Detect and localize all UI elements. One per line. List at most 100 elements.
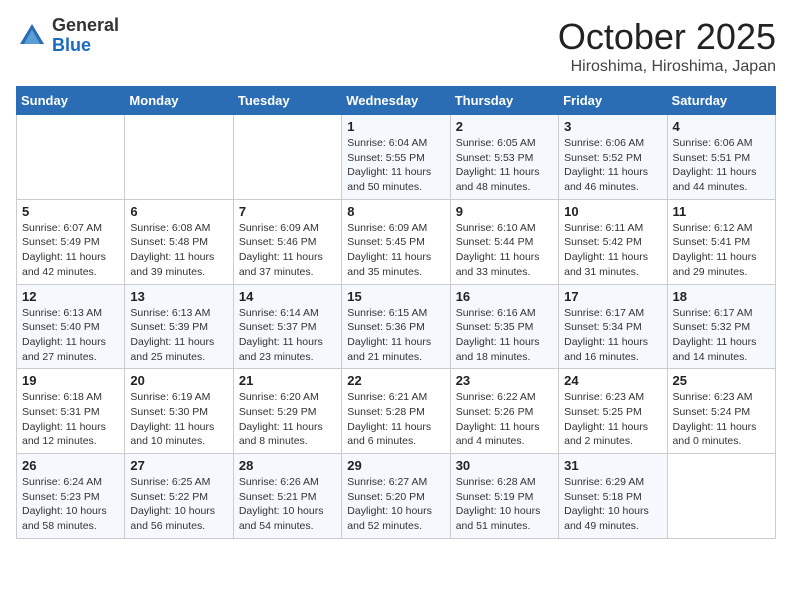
sunrise-text: Sunrise: 6:26 AM [239,476,319,488]
cell-text: Sunrise: 6:06 AMSunset: 5:52 PMDaylight:… [564,136,661,195]
daylight-minutes: and 35 minutes. [347,266,422,278]
daylight-minutes: and 2 minutes. [564,435,633,447]
daylight-label: Daylight: 11 hours [673,336,757,348]
weekday-header-sunday: Sunday [17,87,125,115]
location-title: Hiroshima, Hiroshima, Japan [558,58,776,76]
daylight-minutes: and 52 minutes. [347,520,422,532]
calendar-cell: 22Sunrise: 6:21 AMSunset: 5:28 PMDayligh… [342,369,450,454]
sunset-text: Sunset: 5:31 PM [22,406,100,418]
daylight-minutes: and 46 minutes. [564,181,639,193]
sunrise-text: Sunrise: 6:22 AM [456,391,536,403]
daylight-label: Daylight: 11 hours [347,336,431,348]
cell-text: Sunrise: 6:26 AMSunset: 5:21 PMDaylight:… [239,475,336,534]
sunrise-text: Sunrise: 6:17 AM [673,307,753,319]
day-number: 19 [22,373,119,388]
sunset-text: Sunset: 5:41 PM [673,236,751,248]
daylight-minutes: and 18 minutes. [456,351,531,363]
sunrise-text: Sunrise: 6:06 AM [564,137,644,149]
sunrise-text: Sunrise: 6:09 AM [347,222,427,234]
cell-text: Sunrise: 6:17 AM Sunset: 5:32 PM Daylight:… [673,306,770,365]
day-number: 1 [347,119,444,134]
daylight-label: Daylight: 11 hours [564,421,648,433]
sunset-text: Sunset: 5:42 PM [564,236,642,248]
calendar-cell: 1Sunrise: 6:04 AMSunset: 5:55 PMDaylight… [342,115,450,200]
daylight-label: Daylight: 11 hours [456,336,540,348]
sunset-text: Sunset: 5:22 PM [130,491,208,503]
day-number: 8 [347,204,444,219]
month-title: October 2025 [558,16,776,58]
sunset-text: Sunset: 5:20 PM [347,491,425,503]
sunrise-text: Sunrise: 6:25 AM [130,476,210,488]
logo-general-text: General [52,15,119,35]
daylight-label: Daylight: 10 hours [456,505,541,517]
week-row-3: 12Sunrise: 6:13 AMSunset: 5:40 PMDayligh… [17,284,776,369]
sunrise-text: Sunrise: 6:21 AM [347,391,427,403]
sunrise-text: Sunrise: 6:06 AM [673,137,753,149]
daylight-minutes: and 4 minutes. [456,435,525,447]
daylight-label: Daylight: 11 hours [130,251,214,263]
daylight-minutes: and 51 minutes. [456,520,531,532]
cell-text: Sunrise: 6:19 AMSunset: 5:30 PMDaylight:… [130,390,227,449]
cell-text: Sunrise: 6:16 AMSunset: 5:35 PMDaylight:… [456,306,553,365]
daylight-minutes: and 16 minutes. [564,351,639,363]
cell-text: Sunrise: 6:28 AMSunset: 5:19 PMDaylight:… [456,475,553,534]
calendar-cell: 4Sunrise: 6:06 AMSunset: 5:51 PMDaylight… [667,115,775,200]
sunset-text: Sunset: 5:18 PM [564,491,642,503]
sunset-text: Sunset: 5:39 PM [130,321,208,333]
calendar-cell: 2Sunrise: 6:05 AMSunset: 5:53 PMDaylight… [450,115,558,200]
calendar-cell: 8 Sunrise: 6:09 AMSunset: 5:45 PMDaylight… [342,199,450,284]
daylight-minutes: and 42 minutes. [22,266,97,278]
cell-text: Sunrise: 6:13 AMSunset: 5:40 PMDaylight:… [22,306,119,365]
day-number: 28 [239,458,336,473]
logo-icon [16,20,48,52]
cell-text: Sunrise: 6:10 AMSunset: 5:44 PMDaylight:… [456,221,553,280]
daylight-label: Daylight: 11 hours [239,421,323,433]
calendar-cell: 17Sunrise: 6:17 AMSunset: 5:34 PMDayligh… [559,284,667,369]
sunrise-text: Sunrise: 6:08 AM [130,222,210,234]
cell-text: Sunrise: 6:12 AMSunset: 5:41 PMDaylight:… [673,221,770,280]
calendar-cell: 30Sunrise: 6:28 AMSunset: 5:19 PMDayligh… [450,454,558,539]
cell-text: Sunrise: 6:17 AMSunset: 5:34 PMDaylight:… [564,306,661,365]
calendar-cell [667,454,775,539]
calendar-cell [125,115,233,200]
calendar-cell: 12Sunrise: 6:13 AMSunset: 5:40 PMDayligh… [17,284,125,369]
day-number: 10 [564,204,661,219]
week-row-4: 19Sunrise: 6:18 AMSunset: 5:31 PMDayligh… [17,369,776,454]
daylight-label: Daylight: 11 hours [456,421,540,433]
sunset-text: Sunset: 5:29 PM [239,406,317,418]
daylight-label: Daylight: 11 hours [673,166,757,178]
calendar-cell: 29Sunrise: 6:27 AMSunset: 5:20 PMDayligh… [342,454,450,539]
day-number: 27 [130,458,227,473]
daylight-label: Daylight: 10 hours [239,505,324,517]
daylight-minutes: and 27 minutes. [22,351,97,363]
daylight-minutes: and 12 minutes. [22,435,97,447]
sunset-text: Sunset: 5:26 PM [456,406,534,418]
page-header: General Blue October 2025 Hiroshima, Hir… [16,16,776,76]
calendar-cell: 20Sunrise: 6:19 AMSunset: 5:30 PMDayligh… [125,369,233,454]
cell-text: Sunrise: 6:08 AMSunset: 5:48 PMDaylight:… [130,221,227,280]
sunrise-text: Sunrise: 6:13 AM [22,307,102,319]
calendar-cell: 10Sunrise: 6:11 AMSunset: 5:42 PMDayligh… [559,199,667,284]
daylight-minutes: and 0 minutes. [673,435,742,447]
day-number: 6 [130,204,227,219]
calendar-cell: 7Sunrise: 6:09 AMSunset: 5:46 PMDaylight… [233,199,341,284]
daylight-label: Daylight: 11 hours [22,336,106,348]
day-number: 16 [456,289,553,304]
sunrise-text: Sunrise: 6:24 AM [22,476,102,488]
sunrise-text: Sunrise: 6:23 AM [564,391,644,403]
cell-text: Sunrise: 6:09 AMSunset: 5:45 PMDaylight:… [347,221,444,280]
calendar-cell: 31Sunrise: 6:29 AMSunset: 5:18 PMDayligh… [559,454,667,539]
day-number: 24 [564,373,661,388]
daylight-label: Daylight: 10 hours [22,505,107,517]
daylight-minutes: and 56 minutes. [130,520,205,532]
daylight-label: Daylight: 10 hours [564,505,649,517]
daylight-minutes: and 50 minutes. [347,181,422,193]
sunset-text: Sunset: 5:37 PM [239,321,317,333]
cell-text: Sunrise: 6:21 AMSunset: 5:28 PMDaylight:… [347,390,444,449]
day-number: 31 [564,458,661,473]
sunset-text: Sunset: 5:49 PM [22,236,100,248]
daylight-minutes: and 44 minutes. [673,181,748,193]
sunrise-text: Sunrise: 6:20 AM [239,391,319,403]
daylight-label: Daylight: 11 hours [673,251,757,263]
sunset-text: Sunset: 5:32 PM [673,321,751,333]
